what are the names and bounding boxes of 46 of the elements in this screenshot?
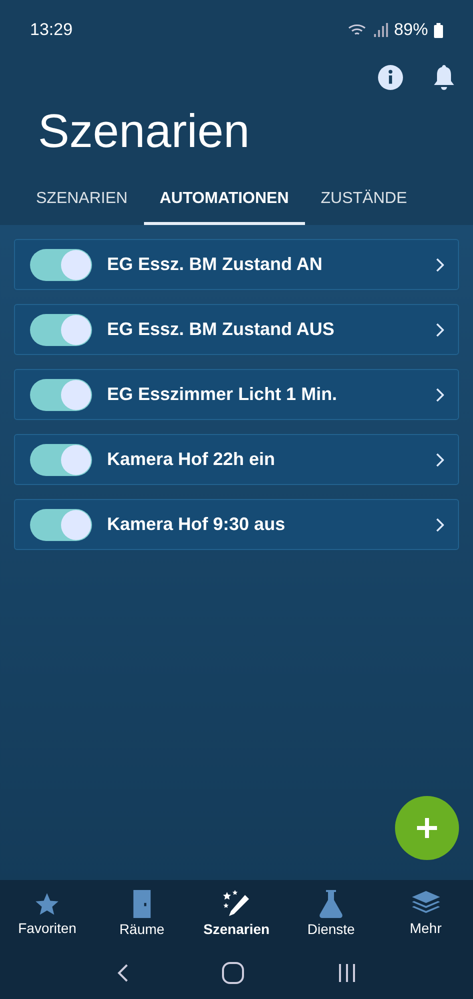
home-icon[interactable]: [222, 962, 244, 984]
automation-name: Kamera Hof 22h ein: [107, 449, 276, 470]
magic-wand-icon: [221, 890, 252, 918]
door-icon: [132, 890, 151, 918]
automation-name: EG Essz. BM Zustand AUS: [107, 319, 336, 340]
nav-label: Szenarien: [203, 920, 270, 936]
plus-icon: [416, 817, 438, 839]
automation-name: Kamera Hof 9:30 aus: [107, 514, 286, 535]
chevron-right-icon: [436, 518, 444, 532]
nav-label: Dienste: [307, 920, 355, 936]
status-time: 13:29: [30, 20, 73, 40]
chevron-right-icon: [436, 258, 444, 272]
nav-label: Favoriten: [18, 920, 76, 936]
nav-label: Mehr: [410, 920, 442, 936]
chevron-right-icon: [436, 388, 444, 402]
nav-item[interactable]: Mehr: [380, 890, 471, 936]
info-icon[interactable]: [378, 64, 403, 90]
toggle-switch[interactable]: [30, 378, 92, 410]
tab[interactable]: SZENARIEN: [20, 176, 144, 225]
nav-item[interactable]: Szenarien: [191, 888, 282, 938]
nav-item[interactable]: Dienste: [286, 888, 376, 938]
nav-item[interactable]: Favoriten: [2, 890, 92, 936]
flask-icon: [319, 890, 344, 918]
automation-row[interactable]: Kamera Hof 9:30 aus: [14, 499, 459, 550]
toggle-switch[interactable]: [30, 314, 92, 346]
battery-percentage: 89%: [394, 20, 428, 40]
toggle-switch[interactable]: [30, 248, 92, 280]
battery-icon: [434, 22, 443, 38]
automation-name: EG Esszimmer Licht 1 Min.: [107, 384, 338, 405]
signal-icon: [374, 23, 388, 37]
automation-row[interactable]: EG Essz. BM Zustand AUS: [14, 304, 459, 355]
page-title: Szenarien: [37, 103, 251, 159]
toggle-switch[interactable]: [30, 444, 92, 476]
automation-row[interactable]: EG Essz. BM Zustand AN: [14, 239, 459, 290]
nav-item[interactable]: Räume: [96, 888, 187, 938]
back-icon[interactable]: [116, 962, 128, 982]
automation-row[interactable]: EG Esszimmer Licht 1 Min.: [14, 369, 459, 420]
recent-apps-icon[interactable]: [336, 964, 356, 982]
automation-name: EG Essz. BM Zustand AN: [107, 254, 324, 275]
chevron-right-icon: [436, 322, 444, 336]
automation-row[interactable]: Kamera Hof 22h ein: [14, 434, 459, 485]
tab[interactable]: ZUSTÄNDE: [304, 176, 423, 225]
toggle-switch[interactable]: [30, 508, 92, 540]
chevron-right-icon: [436, 452, 444, 466]
nav-label: Räume: [119, 920, 164, 936]
notification-bell-icon[interactable]: [433, 64, 455, 90]
